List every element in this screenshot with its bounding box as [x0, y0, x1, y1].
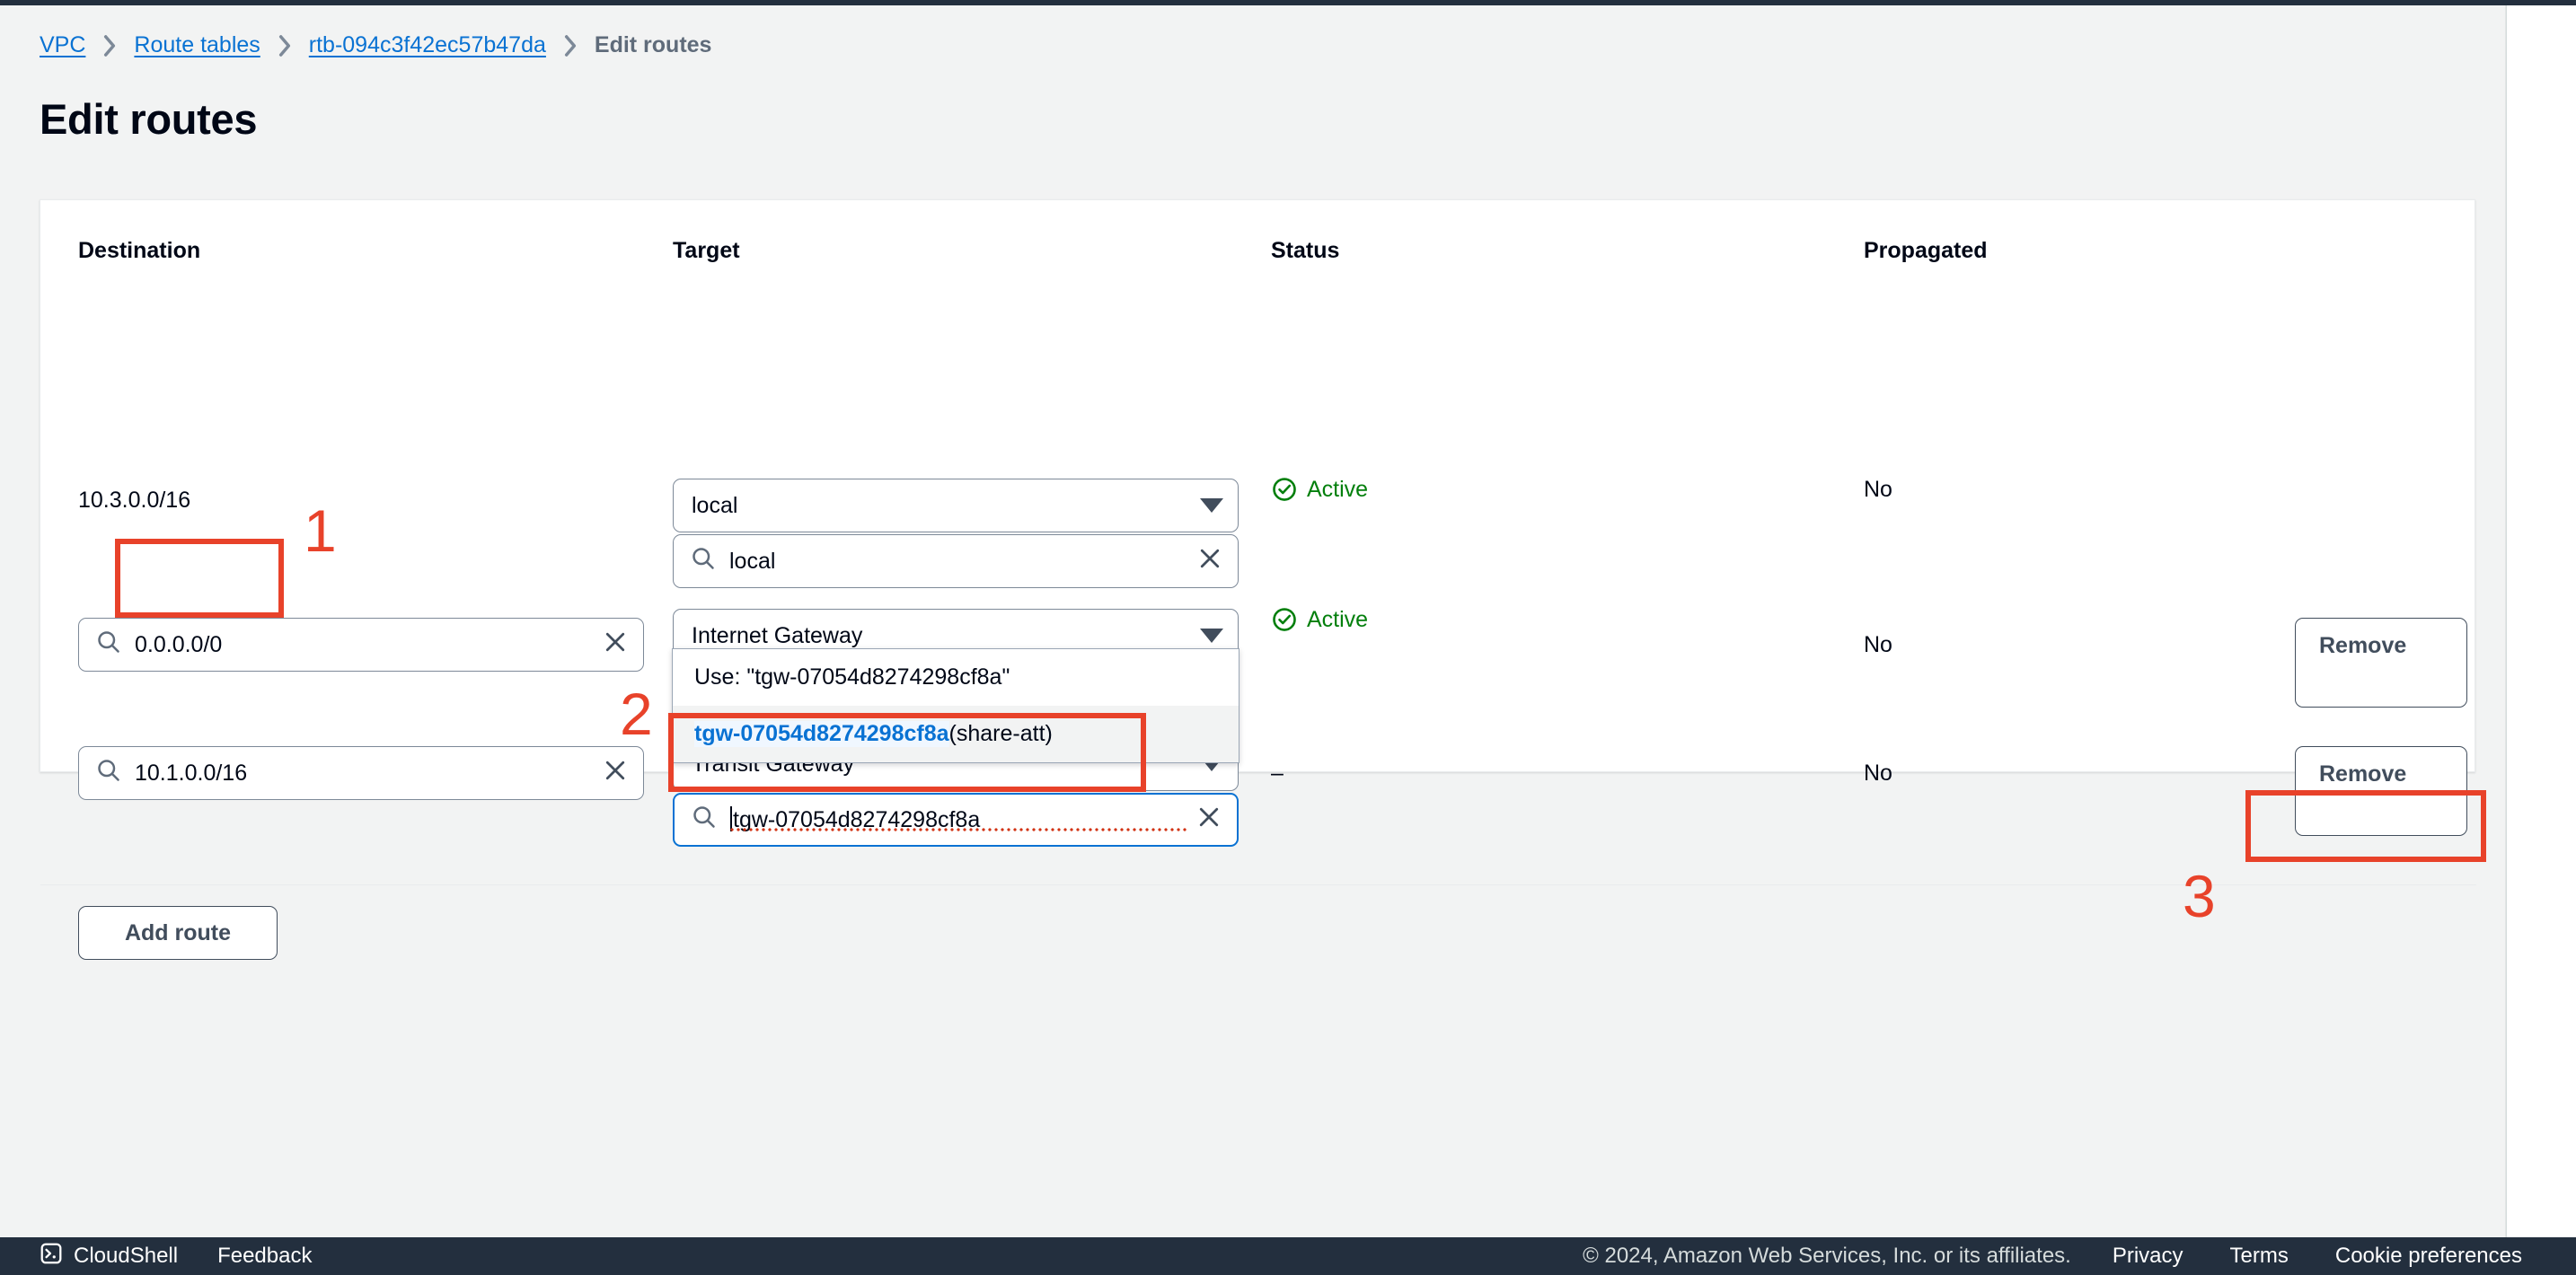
- terms-link[interactable]: Terms: [2207, 1244, 2312, 1269]
- bottom-bar: CloudShell Feedback © 2024, Amazon Web S…: [0, 1237, 2576, 1275]
- check-circle-icon: [1271, 476, 1298, 503]
- propagated-value: No: [1864, 477, 1892, 502]
- breadcrumb-separator-icon: [562, 34, 578, 57]
- footer-actions: Cancel Preview Save changes: [0, 772, 2576, 907]
- bottom-bar-right: © 2024, Amazon Web Services, Inc. or its…: [1583, 1244, 2545, 1269]
- breadcrumb-item-vpc[interactable]: VPC: [40, 32, 85, 58]
- status-label: Active: [1307, 606, 1369, 632]
- search-icon: [690, 545, 717, 578]
- column-header-target: Target: [673, 238, 740, 263]
- close-icon[interactable]: [602, 629, 629, 662]
- target-type-select[interactable]: local: [673, 479, 1239, 532]
- feedback-button[interactable]: Feedback: [198, 1244, 331, 1269]
- status-badge: Active: [1271, 606, 1368, 633]
- destination-static-value: 10.3.0.0/16: [78, 488, 191, 513]
- autocomplete-option-match: tgw-07054d8274298cf8a: [694, 721, 949, 747]
- check-circle-icon: [1271, 606, 1298, 633]
- autocomplete-option-suffix: (share-att): [948, 721, 1053, 746]
- chevron-down-icon: [1200, 629, 1223, 643]
- privacy-link[interactable]: Privacy: [2089, 1244, 2207, 1269]
- propagated-value: No: [1864, 632, 1892, 657]
- edit-routes-card: Destination Target Status Propagated 10.…: [40, 199, 2476, 960]
- destination-input[interactable]: 0.0.0.0/0: [78, 618, 644, 672]
- status-label: Active: [1307, 476, 1369, 502]
- top-strip: [0, 0, 2576, 5]
- chevron-down-icon: [1200, 498, 1223, 513]
- copyright-text: © 2024, Amazon Web Services, Inc. or its…: [1583, 1244, 2071, 1268]
- status-badge: Active: [1271, 476, 1368, 503]
- column-header-status: Status: [1271, 238, 1340, 263]
- page-title: Edit routes: [40, 95, 258, 143]
- destination-input-value: 0.0.0.0/0: [135, 631, 223, 657]
- breadcrumb: VPC Route tables rtb-094c3f42ec57b47da E…: [40, 32, 711, 58]
- target-search-input[interactable]: local: [673, 534, 1239, 588]
- target-type-select-value: local: [692, 492, 738, 518]
- cookie-preferences-link[interactable]: Cookie preferences: [2312, 1244, 2545, 1269]
- help-panel: [2506, 5, 2576, 1237]
- breadcrumb-item-current: Edit routes: [594, 32, 712, 57]
- add-route-button[interactable]: Add route: [78, 906, 278, 960]
- autocomplete-option-use-literal[interactable]: Use: "tgw-07054d8274298cf8a": [673, 649, 1239, 706]
- cloudshell-label: CloudShell: [74, 1244, 179, 1268]
- breadcrumb-separator-icon: [101, 34, 118, 57]
- breadcrumb-separator-icon: [277, 34, 293, 57]
- target-autocomplete-menu: Use: "tgw-07054d8274298cf8a" tgw-07054d8…: [672, 648, 1239, 763]
- column-header-propagated: Propagated: [1864, 238, 1988, 263]
- feedback-label: Feedback: [217, 1244, 313, 1268]
- breadcrumb-item-route-tables[interactable]: Route tables: [134, 32, 260, 58]
- column-header-destination: Destination: [78, 238, 201, 263]
- autocomplete-option-tgw[interactable]: tgw-07054d8274298cf8a (share-att): [673, 706, 1239, 762]
- breadcrumb-item-route-table-id[interactable]: rtb-094c3f42ec57b47da: [309, 32, 546, 58]
- search-icon: [95, 629, 122, 662]
- autocomplete-option-label: Use: "tgw-07054d8274298cf8a": [694, 664, 1010, 690]
- close-icon[interactable]: [1196, 545, 1223, 578]
- cloudshell-icon: [40, 1242, 63, 1271]
- bottom-bar-left: CloudShell Feedback: [0, 1242, 331, 1271]
- remove-route-button[interactable]: Remove: [2295, 618, 2467, 708]
- target-type-select-value: Internet Gateway: [692, 622, 863, 648]
- target-search-value: local: [729, 548, 776, 574]
- cloudshell-button[interactable]: CloudShell: [20, 1242, 198, 1271]
